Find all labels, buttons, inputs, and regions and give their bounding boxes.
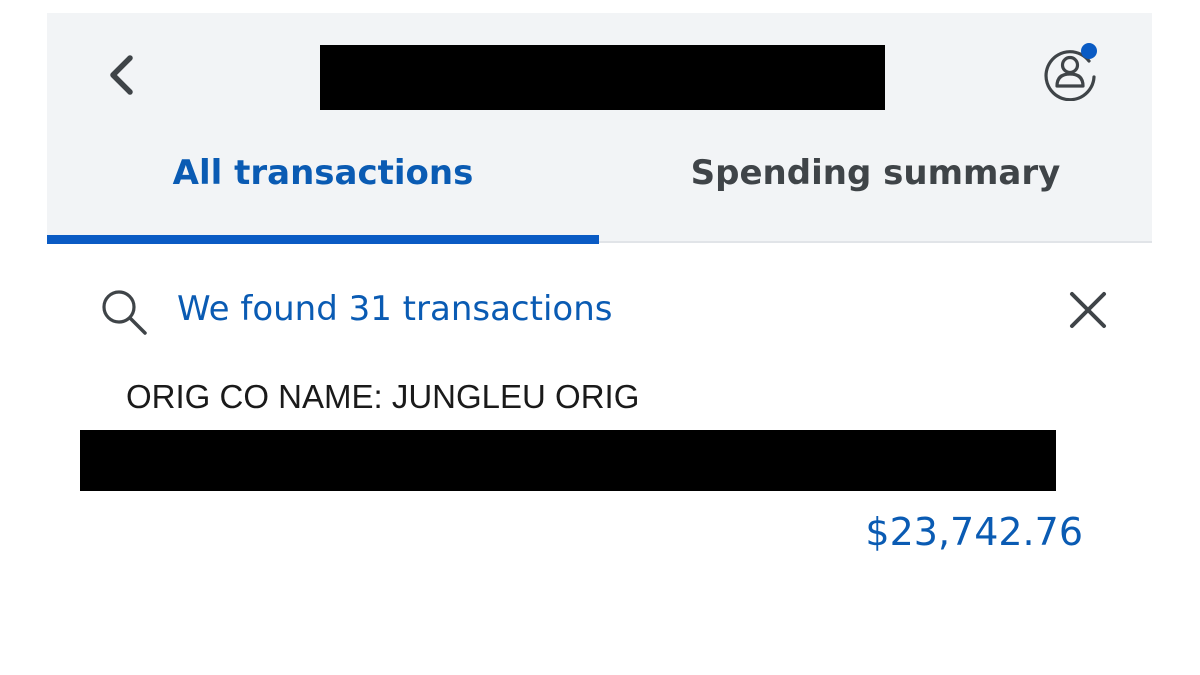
tab-spending-summary[interactable]: Spending summary: [599, 153, 1152, 243]
active-tab-indicator: [47, 235, 599, 244]
close-icon[interactable]: [1066, 288, 1110, 332]
redacted-transaction-detail: [80, 430, 1056, 491]
chevron-left-icon: [110, 55, 133, 95]
tab-all-transactions-label: All transactions: [172, 153, 474, 193]
search-icon[interactable]: [100, 288, 148, 336]
transaction-name[interactable]: ORIG CO NAME: JUNGLEU ORIG: [126, 378, 639, 416]
search-row: We found 31 transactions: [100, 285, 1110, 335]
search-result-text: We found 31 transactions: [177, 289, 613, 329]
tab-divider: [599, 241, 1152, 243]
tab-spending-summary-label: Spending summary: [690, 153, 1061, 193]
profile-button[interactable]: [1040, 41, 1100, 102]
redacted-title: [320, 45, 885, 110]
back-button[interactable]: [99, 51, 143, 99]
notification-dot: [1081, 43, 1097, 59]
transactions-screen: All transactions Spending summary We fou…: [0, 0, 1200, 675]
transaction-amount[interactable]: $23,742.76: [865, 510, 1083, 554]
tab-all-transactions[interactable]: All transactions: [47, 153, 599, 243]
header: All transactions Spending summary: [47, 13, 1152, 244]
